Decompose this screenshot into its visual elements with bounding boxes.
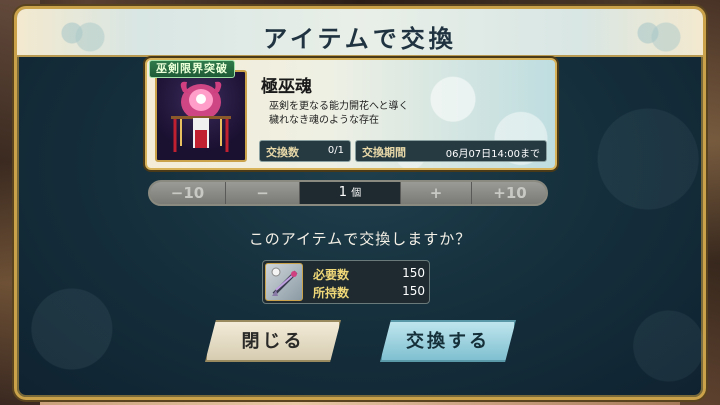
dialog-title: アイテムで交換: [263, 24, 457, 53]
plus-10-button[interactable]: +10: [472, 182, 546, 204]
exchange-count-box: 交換数 0/1: [259, 140, 351, 162]
minus-1-button[interactable]: −: [226, 182, 300, 204]
item-description-line-1: 巫剣を更なる能力開花へと導く: [269, 101, 409, 112]
close-button[interactable]: 閉じる: [205, 320, 341, 362]
quantity-display: 1 個: [300, 182, 400, 204]
exchange-count-label: 交換数: [266, 146, 299, 159]
item-description-line-2: 穢れなき魂のような存在: [269, 115, 379, 126]
confirm-question: このアイテムで交換しますか？: [248, 230, 472, 248]
exchange-period-label: 交換期間: [362, 146, 406, 159]
exchange-button[interactable]: 交換する: [380, 320, 516, 362]
limit-break-badge: 巫剣限界突破: [149, 60, 235, 78]
minus-10-button[interactable]: −10: [150, 182, 226, 204]
quantity-unit: 個: [351, 188, 362, 199]
owned-label: 所持数: [313, 286, 350, 300]
spirit-flame-icon: [171, 81, 231, 152]
item-card: 巫剣限界突破 極巫魂 巫剣を更なる能力開花へと導く 穢れなき魂のような存在 交換…: [145, 58, 557, 170]
plus-1-button[interactable]: +: [400, 182, 472, 204]
cost-item-slot: [265, 263, 303, 301]
quantity-value: 1: [338, 185, 348, 200]
required-label: 必要数: [313, 268, 350, 282]
required-value: 150: [402, 266, 425, 280]
exchange-period-value: 06月07日14:00まで: [445, 149, 540, 160]
required-row: 必要数 150: [313, 266, 425, 282]
owned-value: 150: [402, 284, 425, 298]
exchange-period-box: 交換期間 06月07日14:00まで: [355, 140, 547, 162]
tassel-charm-icon: [271, 267, 298, 296]
item-description: 巫剣を更なる能力開花へと導く 穢れなき魂のような存在: [269, 100, 469, 128]
dialog-title-bar: アイテムで交換: [17, 9, 703, 57]
item-portrait: [155, 70, 247, 162]
exchange-count-value: 0/1: [327, 145, 344, 156]
cost-panel: 必要数 150 所持数 150: [262, 260, 430, 304]
item-name: 極巫魂: [261, 77, 312, 97]
quantity-stepper: −10 − 1 個 + +10: [148, 180, 548, 206]
owned-row: 所持数 150: [313, 284, 425, 300]
